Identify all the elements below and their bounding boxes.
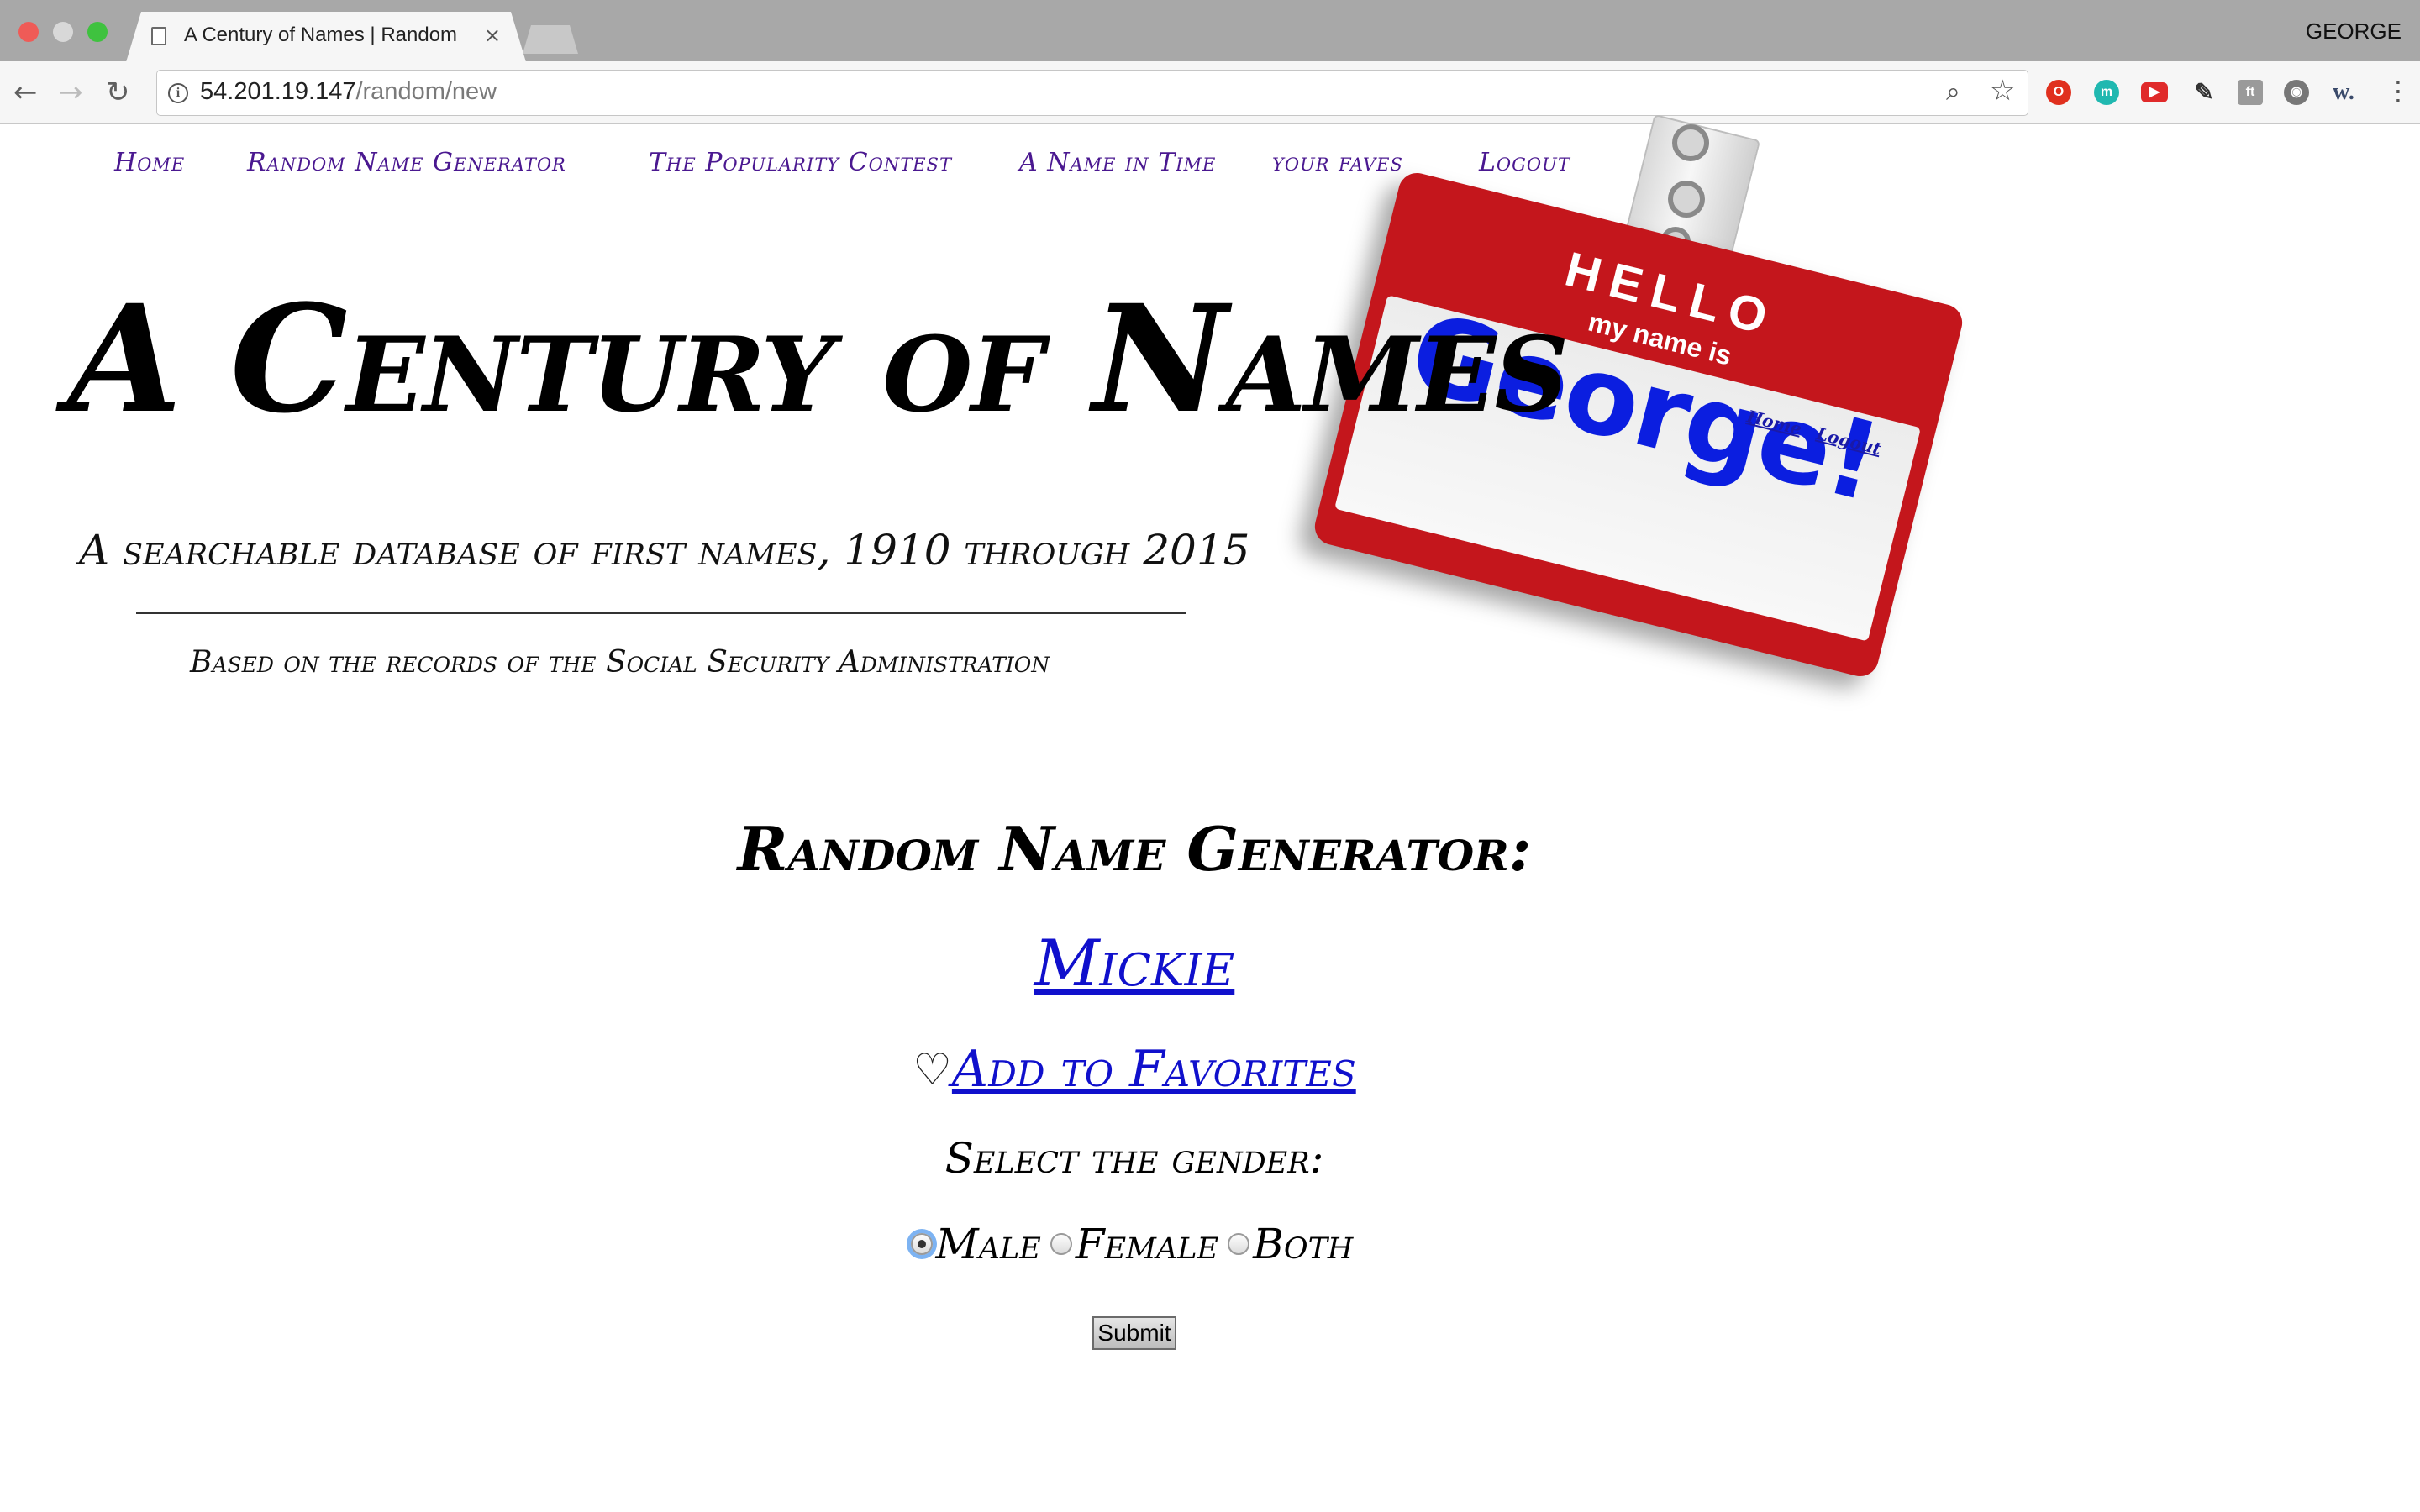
hero-divider (136, 612, 1186, 614)
add-to-favorites-link[interactable]: Add to Favorites (952, 1040, 1356, 1099)
nav-home-link[interactable]: Home (114, 148, 185, 177)
film-extension-icon[interactable]: ◉ (2284, 80, 2309, 105)
generated-name-link[interactable]: Mickie (1034, 926, 1235, 1000)
font-extension-icon[interactable]: ft (2238, 80, 2263, 105)
gender-female-radio[interactable] (1050, 1233, 1072, 1255)
badge-clip-ring (1672, 124, 1709, 161)
gender-both-radio[interactable] (1228, 1233, 1250, 1255)
site-subtitle: A searchable database of first names, 19… (79, 526, 1250, 575)
tab-title: A Century of Names | Random (184, 24, 458, 46)
reload-icon[interactable]: ↻ (106, 76, 130, 109)
heart-icon[interactable]: ♡ (913, 1045, 952, 1095)
eyedropper-extension-icon[interactable]: ✎ (2191, 80, 2217, 105)
url-text[interactable]: 54.201.19.147/random/new (200, 78, 497, 106)
site-title: A Century of Names (67, 272, 1569, 446)
gender-male-label[interactable]: Male (936, 1220, 1041, 1268)
forward-arrow-icon[interactable]: → (59, 76, 83, 109)
nav-random-link[interactable]: Random Name Generator (247, 148, 566, 177)
m-extension-icon[interactable]: m (2094, 80, 2119, 105)
info-icon[interactable]: i (168, 83, 188, 103)
bookmark-star-icon[interactable]: ☆ (1990, 74, 2015, 108)
nav-faves-link[interactable]: your faves (1272, 148, 1403, 177)
favorite-row: ♡Add to Favorites (0, 1040, 2269, 1099)
page-icon (151, 27, 166, 45)
gender-label: Select the gender: (944, 1134, 1324, 1183)
close-window-button[interactable] (18, 22, 39, 42)
browser-menu-icon[interactable]: ⋮ (2385, 74, 2412, 108)
back-arrow-icon[interactable]: ← (13, 76, 38, 109)
url-host: 54.201.19.147 (200, 78, 356, 105)
youtube-extension-icon[interactable]: ▶ (2141, 82, 2168, 102)
w-extension-icon[interactable]: w. (2331, 80, 2356, 105)
profile-name[interactable]: GEORGE (2306, 18, 2402, 45)
gender-male-radio[interactable] (910, 1233, 933, 1255)
zoom-icon[interactable]: ⌕ (1946, 77, 1960, 107)
generated-name-row: Mickie (0, 926, 2269, 1000)
url-path: /random/new (355, 78, 497, 105)
generator-heading: Random Name Generator: (737, 813, 1532, 885)
gender-female-label[interactable]: Female (1076, 1220, 1218, 1268)
nav-logout-link[interactable]: Logout (1479, 148, 1570, 177)
tab-close-icon[interactable]: × (484, 24, 501, 47)
minimize-window-button[interactable] (53, 22, 73, 42)
opera-extension-icon[interactable]: O (2046, 80, 2071, 105)
badge-clip-ring (1668, 181, 1705, 218)
nav-popularity-link[interactable]: The Popularity Contest (649, 148, 952, 177)
maximize-window-button[interactable] (87, 22, 108, 42)
new-tab-button[interactable] (523, 25, 578, 54)
submit-button[interactable]: Submit (1092, 1316, 1176, 1350)
gender-options: Male Female Both (0, 1220, 2269, 1268)
gender-both-label[interactable]: Both (1253, 1220, 1353, 1268)
site-credit: Based on the records of the Social Secur… (190, 645, 1050, 680)
nav-name-in-time-link[interactable]: A Name in Time (1019, 148, 1216, 177)
